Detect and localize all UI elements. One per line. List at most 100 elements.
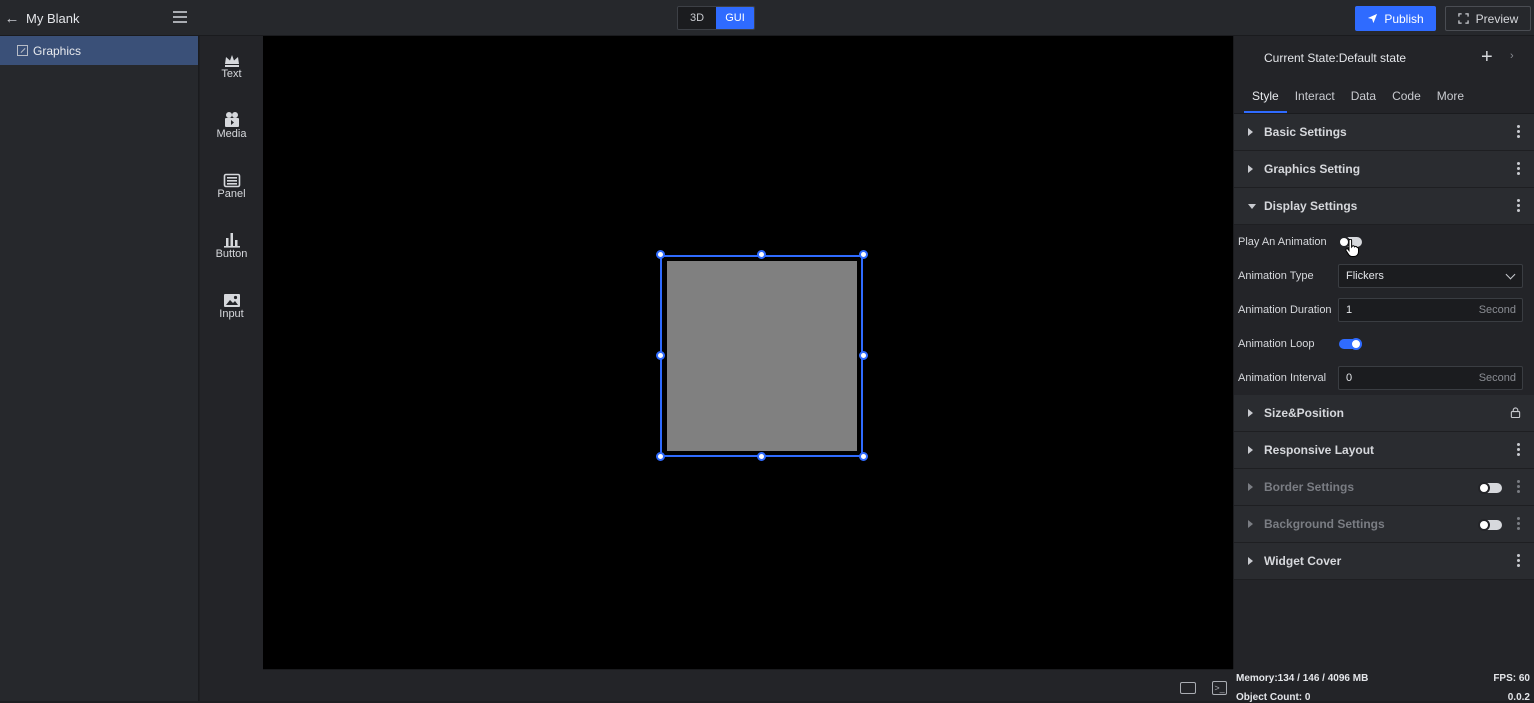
unit-label: Second xyxy=(1478,304,1516,316)
section-size-position[interactable]: Size&Position xyxy=(1234,395,1534,432)
tab-interact[interactable]: Interact xyxy=(1287,79,1343,113)
expand-arrow-icon xyxy=(1248,409,1253,417)
resize-handle-sw[interactable] xyxy=(656,452,665,461)
resize-handle-w[interactable] xyxy=(656,351,665,360)
expand-arrow-icon xyxy=(1248,165,1253,173)
tool-input[interactable]: Input xyxy=(200,290,263,320)
animation-type-select[interactable]: Flickers xyxy=(1338,264,1523,288)
prop-animation-loop: Animation Loop xyxy=(1234,327,1534,361)
resize-handle-ne[interactable] xyxy=(859,250,868,259)
layer-item-graphics[interactable]: Graphics xyxy=(0,36,198,65)
hand-cursor-icon xyxy=(1345,239,1359,257)
section-basic-settings[interactable]: Basic Settings xyxy=(1234,114,1534,151)
input-value: 1 xyxy=(1346,304,1353,316)
back-arrow-icon[interactable]: ← xyxy=(2,10,22,27)
expand-arrow-icon xyxy=(1248,446,1253,454)
layer-panel: Graphics xyxy=(0,36,199,701)
prop-label: Play An Animation xyxy=(1238,236,1327,248)
more-options-icon[interactable] xyxy=(1517,199,1520,214)
tab-more[interactable]: More xyxy=(1429,79,1472,113)
section-display-settings[interactable]: Display Settings xyxy=(1234,188,1534,225)
project-header: ← My Blank xyxy=(0,0,199,36)
expand-arrow-icon xyxy=(1248,520,1253,528)
resize-handle-se[interactable] xyxy=(859,452,868,461)
add-state-icon[interactable]: + xyxy=(1481,46,1493,69)
preview-label: Preview xyxy=(1475,11,1519,26)
section-responsive-layout[interactable]: Responsive Layout xyxy=(1234,432,1534,469)
tab-style[interactable]: Style xyxy=(1244,79,1287,113)
resize-handle-s[interactable] xyxy=(757,452,766,461)
section-title: Graphics Setting xyxy=(1264,162,1361,176)
tool-text-label: Text xyxy=(221,68,242,80)
view-mode-switch: 3D GUI xyxy=(677,6,755,30)
console-icon[interactable]: >_ xyxy=(1212,681,1227,695)
tool-button-label: Button xyxy=(215,248,248,260)
stage-canvas[interactable] xyxy=(263,36,1233,669)
graphics-widget[interactable] xyxy=(667,261,857,451)
tool-media[interactable]: Media xyxy=(200,110,263,140)
more-options-icon[interactable] xyxy=(1517,125,1520,140)
expand-arrow-icon xyxy=(1248,557,1253,565)
preview-button[interactable]: Preview xyxy=(1445,6,1531,31)
section-border-settings[interactable]: Border Settings xyxy=(1234,469,1534,506)
animation-interval-input[interactable]: 0 Second xyxy=(1338,366,1523,390)
layer-item-label: Graphics xyxy=(33,43,82,58)
send-icon xyxy=(1368,13,1378,24)
section-title: Background Settings xyxy=(1264,517,1385,531)
animation-duration-input[interactable]: 1 Second xyxy=(1338,298,1523,322)
resize-handle-e[interactable] xyxy=(859,351,868,360)
tool-media-label: Media xyxy=(216,128,247,140)
tab-code[interactable]: Code xyxy=(1384,79,1429,113)
prop-animation-interval: Animation Interval 0 Second xyxy=(1234,361,1534,395)
collapse-arrow-icon xyxy=(1248,204,1256,209)
inspector-tabs: Style Interact Data Code More xyxy=(1234,79,1534,114)
media-camera-icon xyxy=(200,110,263,128)
top-bar: ← My Blank 3D GUI Publish Preview xyxy=(0,0,1534,36)
project-title: My Blank xyxy=(26,10,80,26)
resize-handle-nw[interactable] xyxy=(656,250,665,259)
border-settings-toggle[interactable] xyxy=(1478,482,1502,494)
section-graphics-setting[interactable]: Graphics Setting xyxy=(1234,151,1534,188)
canvas-bottom-bar: >_ xyxy=(263,669,1233,701)
tool-panel[interactable]: Panel xyxy=(200,170,263,200)
tool-panel-label: Panel xyxy=(217,188,246,200)
section-title: Basic Settings xyxy=(1264,125,1347,139)
graphics-layer-icon xyxy=(17,45,28,56)
button-chart-icon xyxy=(200,230,263,248)
more-options-icon[interactable] xyxy=(1517,554,1520,569)
hamburger-menu-icon[interactable] xyxy=(173,11,187,23)
input-image-icon xyxy=(200,290,263,308)
more-options-icon[interactable] xyxy=(1517,480,1520,495)
section-background-settings[interactable]: Background Settings xyxy=(1234,506,1534,543)
lock-icon[interactable] xyxy=(1510,407,1521,418)
text-crown-icon xyxy=(200,50,263,68)
chevron-right-icon[interactable]: › xyxy=(1510,50,1514,62)
expand-arrow-icon xyxy=(1248,128,1253,136)
background-settings-toggle[interactable] xyxy=(1478,519,1502,531)
memory-readout: Memory:134 / 146 / 4096 MB xyxy=(1236,673,1369,684)
section-title: Display Settings xyxy=(1264,199,1358,213)
prop-label: Animation Loop xyxy=(1238,338,1315,350)
keyboard-icon[interactable] xyxy=(1180,682,1196,694)
more-options-icon[interactable] xyxy=(1517,443,1520,458)
view-gui-button[interactable]: GUI xyxy=(716,7,754,29)
fullscreen-icon xyxy=(1457,13,1469,24)
more-options-icon[interactable] xyxy=(1517,162,1520,177)
publish-button[interactable]: Publish xyxy=(1355,6,1436,31)
state-header: Current State:Default state + › xyxy=(1234,36,1534,79)
resize-handle-n[interactable] xyxy=(757,250,766,259)
unit-label: Second xyxy=(1478,372,1516,384)
section-widget-cover[interactable]: Widget Cover xyxy=(1234,543,1534,580)
more-options-icon[interactable] xyxy=(1517,517,1520,532)
prop-label: Animation Type xyxy=(1238,270,1314,282)
prop-play-animation: Play An Animation xyxy=(1234,225,1534,259)
tool-button[interactable]: Button xyxy=(200,230,263,260)
animation-loop-toggle[interactable] xyxy=(1339,338,1362,350)
tab-data[interactable]: Data xyxy=(1343,79,1384,113)
tool-text[interactable]: Text xyxy=(200,50,263,80)
current-state-label[interactable]: Current State:Default state xyxy=(1264,51,1406,65)
view-3d-button[interactable]: 3D xyxy=(678,7,716,29)
section-title: Border Settings xyxy=(1264,480,1355,494)
section-title: Size&Position xyxy=(1264,406,1345,420)
chevron-down-icon xyxy=(1505,269,1516,280)
